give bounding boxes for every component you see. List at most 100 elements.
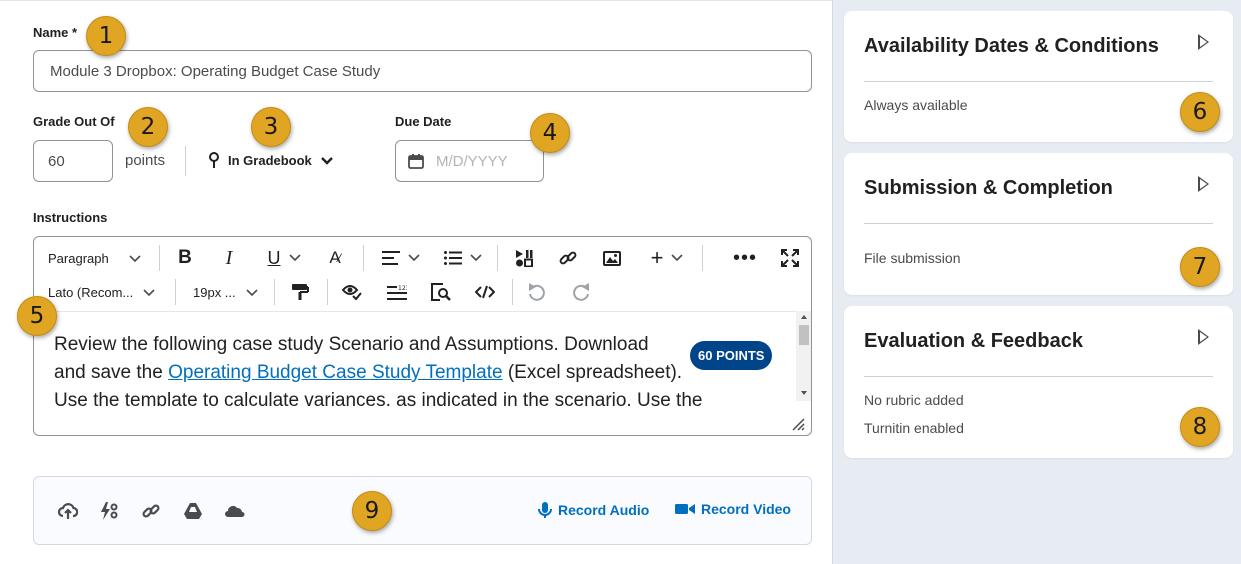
font-label: Lato (Recom... <box>48 285 134 300</box>
scroll-thumb[interactable] <box>799 325 809 345</box>
card-summary: Turnitin enabled <box>864 420 964 436</box>
resize-handle-icon[interactable] <box>791 417 805 431</box>
card-summary: File submission <box>864 250 961 266</box>
editor-content[interactable]: Review the following case study Scenario… <box>34 311 799 406</box>
main-form: Name * Module 3 Dropbox: Operating Budge… <box>0 0 832 564</box>
points-text: points <box>125 152 166 169</box>
link-icon[interactable] <box>557 247 579 269</box>
paragraph-dropdown[interactable]: Paragraph <box>48 251 141 266</box>
availability-card[interactable]: Availability Dates & Conditions Always a… <box>844 11 1233 142</box>
list-icon[interactable] <box>442 247 484 269</box>
more-icon[interactable]: ••• <box>733 247 756 269</box>
image-icon[interactable] <box>601 247 623 269</box>
card-summary: No rubric added <box>864 392 964 408</box>
format-painter-icon[interactable] <box>289 281 311 303</box>
toolbar-divider <box>159 245 160 271</box>
scroll-down-arrow[interactable] <box>801 391 807 395</box>
find-replace-icon[interactable] <box>430 281 452 303</box>
expand-arrow-icon[interactable] <box>1198 329 1209 345</box>
align-icon[interactable] <box>380 247 422 269</box>
expand-arrow-icon[interactable] <box>1198 34 1209 50</box>
toolbar-divider <box>327 279 328 305</box>
undo-icon[interactable] <box>526 281 548 303</box>
record-video-button[interactable]: Record Video <box>675 501 791 517</box>
evaluation-card[interactable]: Evaluation & Feedback No rubric added Tu… <box>844 306 1233 458</box>
microphone-icon <box>538 502 552 518</box>
svg-text:123: 123 <box>398 285 407 292</box>
video-camera-icon <box>675 504 695 514</box>
record-video-label: Record Video <box>701 501 791 517</box>
record-audio-button[interactable]: Record Audio <box>538 501 649 519</box>
expand-arrow-icon[interactable] <box>1198 176 1209 192</box>
side-panel: Availability Dates & Conditions Always a… <box>832 0 1241 564</box>
underline-icon[interactable]: U <box>262 247 306 269</box>
editor-line-1: Review the following case study Scenario… <box>54 334 649 355</box>
word-count-icon[interactable]: 123 <box>386 281 408 303</box>
attachment-bar: Record Audio Record Video <box>33 476 812 545</box>
fullscreen-icon[interactable] <box>779 247 801 269</box>
grade-input[interactable]: 60 <box>33 140 113 182</box>
callout-badge: 5 <box>17 296 57 336</box>
upload-icon[interactable] <box>56 499 80 523</box>
chevron-down-icon <box>246 288 258 296</box>
callout-badge: 8 <box>1180 407 1220 447</box>
gradebook-dropdown[interactable]: In Gradebook <box>208 152 334 169</box>
callout-badge: 1 <box>86 16 126 56</box>
accessibility-icon[interactable] <box>341 281 363 303</box>
toolbar-divider <box>274 279 275 305</box>
link-icon[interactable] <box>139 499 163 523</box>
chevron-down-icon <box>129 254 141 262</box>
bold-icon[interactable]: B <box>174 247 196 269</box>
editor-scrollbar[interactable] <box>796 311 811 401</box>
gradebook-label: In Gradebook <box>228 153 312 168</box>
editor-line-2: and save the Operating Budget Case Study… <box>54 359 799 387</box>
divider <box>185 146 186 176</box>
font-dropdown[interactable]: Lato (Recom... <box>48 285 155 300</box>
submission-card[interactable]: Submission & Completion File submission <box>844 153 1233 295</box>
scroll-up-arrow[interactable] <box>801 315 807 319</box>
redo-icon[interactable] <box>570 281 592 303</box>
name-value: Module 3 Dropbox: Operating Budget Case … <box>50 62 381 80</box>
size-dropdown[interactable]: 19px ... <box>193 285 258 300</box>
callout-badge: 7 <box>1180 247 1220 287</box>
editor-line-3: Use the template to calculate variances,… <box>54 390 703 406</box>
card-summary: Always available <box>864 97 968 113</box>
size-label: 19px ... <box>193 285 236 300</box>
insert-stuff-icon[interactable] <box>513 247 535 269</box>
chevron-down-icon <box>320 156 333 165</box>
grade-label: Grade Out Of <box>33 114 115 129</box>
lightning-icon[interactable] <box>97 499 121 523</box>
template-link[interactable]: Operating Budget Case Study Template <box>168 362 502 383</box>
record-audio-label: Record Audio <box>558 502 650 518</box>
callout-badge: 9 <box>352 491 392 531</box>
source-code-icon[interactable] <box>474 281 496 303</box>
card-title: Submission & Completion <box>864 177 1113 199</box>
google-drive-icon[interactable] <box>181 499 205 523</box>
due-date-label: Due Date <box>395 114 452 129</box>
callout-badge: 3 <box>251 107 291 147</box>
callout-badge: 2 <box>128 107 168 147</box>
italic-icon[interactable]: I <box>218 247 240 269</box>
editor-text: (Excel spreadsheet). <box>502 362 683 383</box>
format-icon[interactable]: A ⁄ <box>324 247 346 269</box>
callout-badge: 4 <box>530 113 570 153</box>
toolbar-divider <box>175 279 176 305</box>
name-input[interactable]: Module 3 Dropbox: Operating Budget Case … <box>33 50 812 92</box>
toolbar-divider <box>363 245 364 271</box>
plus-icon[interactable]: + <box>646 245 688 270</box>
rich-text-editor[interactable]: Paragraph B I U A ⁄ + ••• Lato (Recom...… <box>33 236 812 436</box>
card-divider <box>864 223 1213 224</box>
paragraph-label: Paragraph <box>48 251 109 266</box>
card-title: Evaluation & Feedback <box>864 330 1083 352</box>
onedrive-icon[interactable] <box>223 499 247 523</box>
callout-badge: 6 <box>1180 92 1220 132</box>
chevron-down-icon <box>143 288 155 296</box>
toolbar-divider <box>702 245 703 271</box>
card-divider <box>864 81 1213 82</box>
due-date-input[interactable]: M/D/YYYY <box>395 140 544 182</box>
name-label: Name * <box>33 25 78 40</box>
card-divider <box>864 376 1213 377</box>
pin-icon <box>209 152 219 168</box>
points-pill: 60 POINTS <box>690 341 773 370</box>
toolbar-divider <box>512 279 513 305</box>
